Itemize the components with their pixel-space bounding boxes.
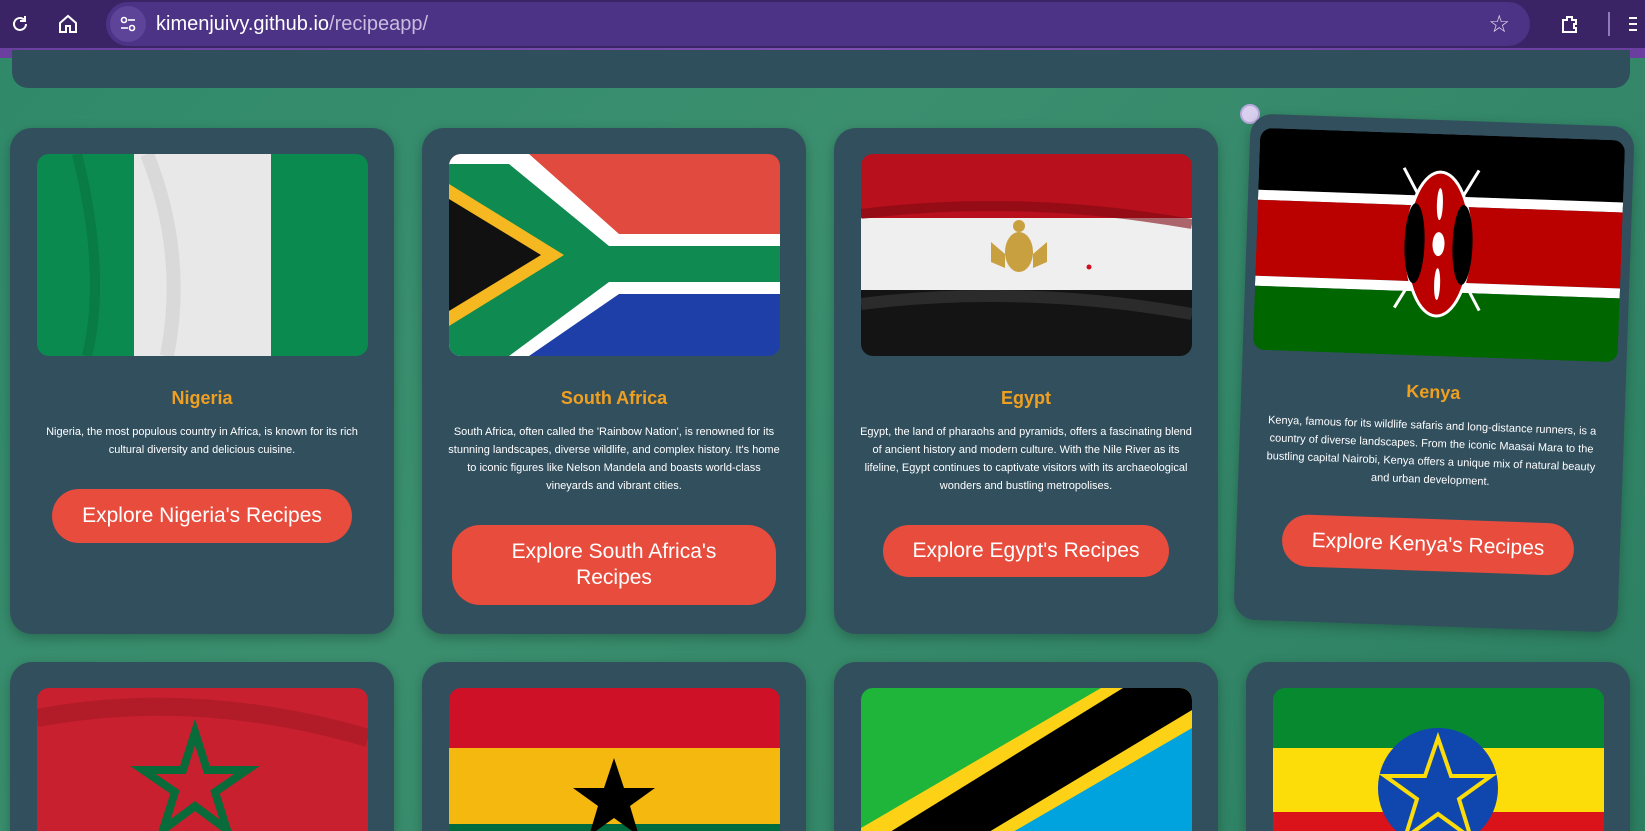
morocco-flag-image bbox=[36, 688, 368, 831]
address-bar[interactable]: kimenjuivy.github.io/recipeapp/ ☆ bbox=[106, 2, 1530, 46]
card-title: Kenya bbox=[1405, 381, 1461, 403]
ghana-flag-image bbox=[448, 688, 780, 831]
page-header-bar bbox=[12, 50, 1630, 88]
card-description: Nigeria, the most populous country in Af… bbox=[46, 426, 358, 456]
card-description: South Africa, often called the 'Rainbow … bbox=[448, 426, 780, 492]
card-title: Egypt bbox=[1000, 388, 1051, 408]
toolbar-separator bbox=[1608, 12, 1610, 36]
browser-toolbar: kimenjuivy.github.io/recipeapp/ ☆ bbox=[0, 0, 1645, 48]
country-card-nigeria: Nigeria Nigeria, the most populous count… bbox=[10, 128, 394, 634]
country-card-kenya: Kenya Kenya, famous for its wildlife saf… bbox=[1233, 113, 1635, 633]
card-title: South Africa bbox=[560, 388, 668, 408]
menu-icon[interactable] bbox=[1620, 4, 1645, 44]
tanzania-flag-image bbox=[860, 688, 1192, 831]
country-card-egypt: Egypt Egypt, the land of pharaohs and py… bbox=[834, 128, 1218, 634]
reload-icon[interactable] bbox=[0, 4, 40, 44]
url-text[interactable]: kimenjuivy.github.io/recipeapp/ bbox=[156, 13, 428, 36]
card-title: Nigeria bbox=[171, 388, 233, 408]
explore-nigeria-button[interactable]: Explore Nigeria's Recipes bbox=[52, 489, 352, 543]
nigeria-flag-image bbox=[36, 154, 368, 356]
bookmark-star-icon[interactable]: ☆ bbox=[1488, 10, 1510, 39]
ethiopia-flag-image bbox=[1272, 688, 1604, 831]
url-path: /recipeapp/ bbox=[329, 12, 429, 35]
extensions-icon[interactable] bbox=[1550, 4, 1590, 44]
card-description: Egypt, the land of pharaohs and pyramids… bbox=[860, 426, 1192, 492]
country-card-ethiopia bbox=[1246, 662, 1630, 831]
site-info-icon[interactable] bbox=[110, 6, 146, 42]
country-card-ghana bbox=[422, 662, 806, 831]
explore-kenya-button[interactable]: Explore Kenya's Recipes bbox=[1281, 513, 1575, 576]
url-host: kimenjuivy.github.io bbox=[156, 12, 330, 35]
explore-egypt-button[interactable]: Explore Egypt's Recipes bbox=[883, 525, 1169, 577]
home-icon[interactable] bbox=[48, 4, 88, 44]
country-card-tanzania bbox=[834, 662, 1218, 831]
country-card-south-africa: South Africa South Africa, often called … bbox=[422, 128, 806, 634]
explore-south-africa-button[interactable]: Explore South Africa's Recipes bbox=[452, 525, 776, 605]
country-card-morocco bbox=[10, 662, 394, 831]
card-description: Kenya, famous for its wildlife safaris a… bbox=[1266, 414, 1597, 489]
kenya-flag-image bbox=[1252, 127, 1625, 363]
egypt-flag-image bbox=[860, 154, 1192, 356]
south-africa-flag-image bbox=[448, 154, 780, 356]
